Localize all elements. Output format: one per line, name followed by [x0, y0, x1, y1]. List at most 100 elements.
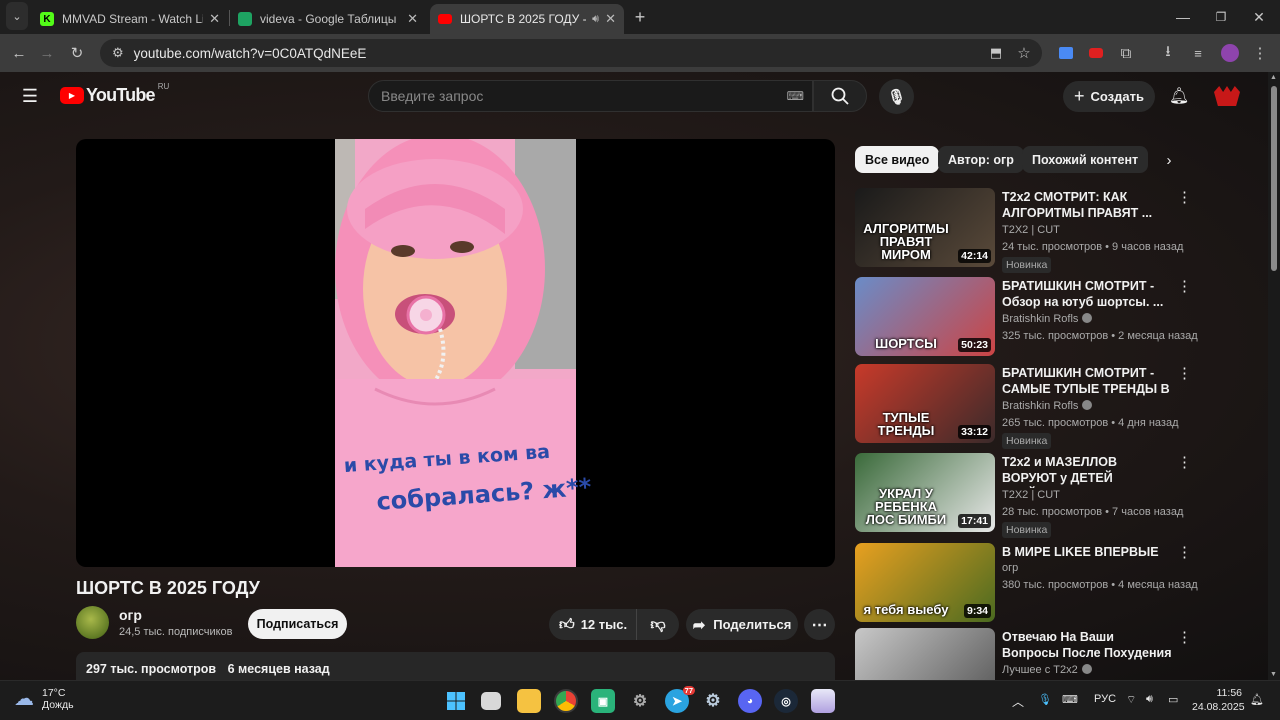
page-scrollbar[interactable]: ▲ ▼	[1268, 72, 1280, 680]
tab-search-button[interactable]: ⌄	[6, 2, 28, 30]
more-options-icon[interactable]: ⋮	[1177, 545, 1192, 560]
tab-google-sheets[interactable]: videva - Google Таблицы ✕	[230, 4, 426, 34]
recommendation-title[interactable]: БРАТИШКИН СМОТРИТ - Обзор на ютуб шортсы…	[1002, 278, 1172, 310]
chevron-right-icon[interactable]: ›	[1158, 145, 1180, 175]
recommendation-channel[interactable]: T2X2 | CUT	[1002, 224, 1060, 236]
share-button[interactable]: ➦ Поделиться	[686, 609, 798, 640]
start-menu-icon[interactable]	[444, 689, 468, 713]
microphone-icon[interactable]: 🎙︎	[1038, 693, 1052, 706]
recommendation-thumbnail[interactable]: АЛГОРИТМЫ ПРАВЯТ МИРОМ 42:14	[855, 188, 995, 267]
more-options-icon[interactable]: ⋮	[1177, 366, 1192, 381]
minimize-window-button[interactable]: —	[1168, 0, 1198, 34]
more-actions-button[interactable]: ⋯	[804, 609, 835, 640]
reload-icon[interactable]: ↻	[64, 34, 90, 72]
weather-widget[interactable]: ☁ 17°C Дождь	[14, 686, 74, 711]
notifications-bell-icon[interactable]: 🔔︎	[1166, 77, 1192, 115]
back-icon[interactable]: ←	[6, 34, 32, 72]
settings-icon[interactable]: ⚙	[701, 689, 725, 713]
recommendation-thumbnail[interactable]: ШОРТСЫ 50:23	[855, 277, 995, 356]
maximize-window-button[interactable]: ❐	[1206, 0, 1236, 34]
account-avatar[interactable]	[1212, 77, 1242, 115]
scroll-down-arrow-icon[interactable]: ▼	[1270, 671, 1277, 678]
profile-avatar[interactable]	[1218, 34, 1242, 72]
recommendation-channel[interactable]: T2X2 | CUT	[1002, 489, 1060, 501]
recommendation-thumbnail[interactable]: УКРАЛ У РЕБЕНКА ЛОС БИМБИ 17:41	[855, 453, 995, 532]
close-window-button[interactable]: ✕	[1244, 0, 1274, 34]
file-explorer-icon[interactable]	[517, 689, 541, 713]
voice-search-button[interactable]: 🎙︎	[879, 79, 914, 114]
subscribe-button[interactable]: Подписаться	[248, 609, 347, 639]
chip-by-author[interactable]: Автор: огр	[938, 146, 1024, 173]
description-box[interactable]: 297 тыс. просмотров 6 месяцев назад	[76, 652, 835, 682]
channel-name[interactable]: огр	[119, 607, 142, 623]
recommendation-title[interactable]: В МИРЕ LIKEE ВПЕРВЫЕ	[1002, 544, 1172, 560]
chip-all-videos[interactable]: Все видео	[855, 146, 940, 173]
create-button[interactable]: + Создать	[1063, 81, 1155, 112]
downloads-icon[interactable]: ⭳	[1156, 34, 1180, 72]
notifications-icon[interactable]: 🔔︎	[1250, 693, 1264, 706]
channel-avatar[interactable]	[76, 606, 109, 639]
bookmark-star-icon[interactable]: ☆	[1012, 34, 1036, 72]
extension-icon-1[interactable]	[1054, 34, 1078, 72]
recommendation-title[interactable]: Отвечаю На Ваши Вопросы После Похудения …	[1002, 629, 1172, 663]
dislike-button[interactable]: 👎︎	[637, 609, 679, 640]
language-indicator[interactable]: РУС	[1094, 693, 1116, 705]
battery-icon[interactable]: ▭	[1168, 693, 1178, 706]
recommendation-card[interactable]: ШОРТСЫ 50:23 БРАТИШКИН СМОТРИТ - Обзор на …	[855, 277, 1198, 357]
chrome-icon[interactable]	[554, 689, 578, 713]
steam-icon[interactable]: ◎	[774, 689, 798, 713]
wifi-icon[interactable]: ⌔	[1126, 693, 1136, 707]
volume-icon[interactable]: 🔊︎	[1146, 693, 1153, 706]
recommendation-card[interactable]: ТУПЫЕ ТРЕНДЫ 33:12 БРАТИШКИН СМОТРИТ - САМ…	[855, 364, 1192, 449]
youtube-extension-icon[interactable]	[1084, 34, 1108, 72]
audio-playing-icon[interactable]: 🔊︎	[592, 13, 599, 26]
forward-icon[interactable]: →	[34, 34, 60, 72]
clock[interactable]: 11:56 24.08.2025	[1192, 687, 1245, 713]
address-bar[interactable]: ⚙ youtube.com/watch?v=0C0ATQdNEeE	[100, 39, 1042, 67]
search-input[interactable]: Введите запрос ⌨	[368, 80, 813, 112]
recommendation-thumbnail[interactable]: ТУПЫЕ ТРЕНДЫ 33:12	[855, 364, 995, 443]
search-button[interactable]	[813, 80, 867, 112]
recommendation-channel[interactable]: Bratishkin Rofls	[1002, 400, 1093, 412]
app-icon-gear[interactable]: ⚙	[628, 689, 652, 713]
task-view-icon[interactable]	[481, 692, 501, 710]
close-tab-icon[interactable]: ✕	[209, 11, 220, 27]
more-options-icon[interactable]: ⋮	[1177, 190, 1192, 205]
media-control-icon[interactable]: ≡	[1186, 34, 1210, 72]
new-tab-button[interactable]: +	[628, 0, 652, 34]
like-button[interactable]: 👍︎ 12 тыс.	[549, 609, 637, 640]
video-player[interactable]: и куда ты в ком ва собралась? ж**	[76, 139, 835, 567]
more-options-icon[interactable]: ⋮	[1177, 630, 1192, 645]
keyboard-icon[interactable]: ⌨	[1062, 693, 1078, 706]
scroll-up-arrow-icon[interactable]: ▲	[1270, 74, 1277, 81]
hamburger-menu-icon[interactable]: ☰	[18, 77, 42, 115]
recommendation-title[interactable]: T2x2 и МАЗЕЛЛОВ ВОРУЮТ у ДЕТЕЙ БРЕЙНРОТЫ…	[1002, 454, 1172, 488]
app-icon-purple[interactable]	[811, 689, 835, 713]
browser-menu-icon[interactable]: ⋮	[1248, 34, 1272, 72]
scrollbar-thumb[interactable]	[1271, 86, 1277, 271]
close-tab-icon[interactable]: ✕	[407, 11, 418, 27]
twitch-app-icon[interactable]: ▣	[591, 689, 615, 713]
recommendation-channel[interactable]: огр	[1002, 562, 1018, 574]
more-options-icon[interactable]: ⋮	[1177, 455, 1192, 470]
more-options-icon[interactable]: ⋮	[1177, 279, 1192, 294]
tray-overflow-chevron-icon[interactable]: ︿	[1012, 693, 1024, 710]
recommendation-channel[interactable]: Bratishkin Rofls	[1002, 313, 1093, 325]
keyboard-icon[interactable]: ⌨	[787, 89, 804, 103]
extensions-puzzle-icon[interactable]: ⧉	[1114, 34, 1138, 72]
recommendation-card[interactable]: АЛГОРИТМЫ ПРАВЯТ МИРОМ 42:14 T2x2 СМОТРИТ:…	[855, 188, 1192, 273]
telegram-icon[interactable]: ➤ 77	[665, 686, 695, 713]
recommendation-thumbnail[interactable]: я тебя выебу 9:34	[855, 543, 995, 622]
discord-icon[interactable]: ◕	[738, 689, 762, 713]
recommendation-card[interactable]: я тебя выебу 9:34 В МИРЕ LIKEE ВПЕРВЫЕ огр 3…	[855, 543, 1198, 623]
recommendation-channel[interactable]: Лучшее с T2x2	[1002, 664, 1092, 676]
tab-mmvad-stream[interactable]: K MMVAD Stream - Watch Live o ✕	[32, 4, 228, 34]
install-app-icon[interactable]: ⬒	[984, 34, 1008, 72]
site-info-icon[interactable]: ⚙	[112, 45, 124, 61]
recommendation-title[interactable]: БРАТИШКИН СМОТРИТ - САМЫЕ ТУПЫЕ ТРЕНДЫ В…	[1002, 365, 1172, 399]
recommendation-card[interactable]: УКРАЛ У РЕБЕНКА ЛОС БИМБИ 17:41 T2x2 и МАЗ…	[855, 453, 1192, 538]
tab-youtube-video[interactable]: ШОРТС В 2025 ГОДУ - You 🔊︎ ✕	[430, 4, 624, 34]
close-tab-icon[interactable]: ✕	[605, 11, 616, 27]
chip-related[interactable]: Похожий контент	[1022, 146, 1149, 173]
youtube-logo[interactable]: ▶ YouTube RU	[60, 82, 169, 106]
